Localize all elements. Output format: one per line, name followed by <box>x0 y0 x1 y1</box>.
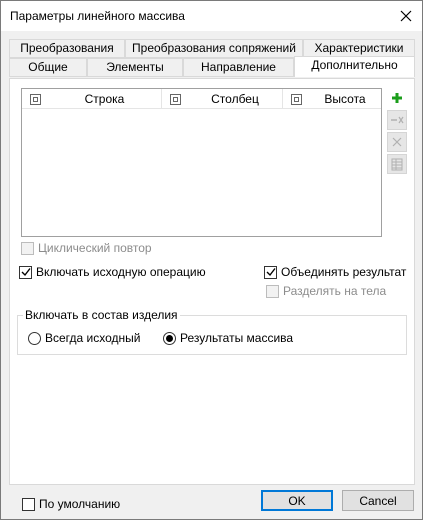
checkmark-icon <box>266 268 276 277</box>
radio-always-source[interactable]: Всегда исходный <box>28 331 140 345</box>
tab-mate-transformations[interactable]: Преобразования сопряжений <box>125 39 303 58</box>
window-title: Параметры линейного массива <box>10 9 185 23</box>
radio-label: Всегда исходный <box>45 331 141 345</box>
include-source-label: Включать исходную операцию <box>36 265 206 279</box>
default-checkbox[interactable] <box>22 497 35 511</box>
ok-button[interactable]: OK <box>261 490 333 511</box>
table-icon <box>391 158 403 170</box>
column-label: Столбец <box>211 92 259 106</box>
checkmark-icon <box>21 268 31 277</box>
dialog-window: Параметры линейного массива Преобразован… <box>0 0 423 520</box>
include-in-product-group: Включать в состав изделия Всегда исходны… <box>17 308 407 355</box>
radio-button[interactable] <box>28 331 41 345</box>
radio-array-results[interactable]: Результаты массива <box>163 331 293 345</box>
column-lock-icon[interactable] <box>22 93 48 105</box>
split-bodies-checkbox[interactable] <box>266 284 279 298</box>
column-lock-icon[interactable] <box>162 93 188 105</box>
merge-result-checkbox[interactable] <box>264 265 277 279</box>
column-header-row[interactable]: Строка <box>22 89 162 109</box>
cancel-button[interactable]: Cancel <box>342 490 414 511</box>
default-label: По умолчанию <box>39 497 121 511</box>
include-source-option[interactable]: Включать исходную операцию <box>19 265 206 279</box>
column-label: Высота <box>324 92 366 106</box>
tab-transformations[interactable]: Преобразования <box>9 39 125 58</box>
include-source-checkbox[interactable] <box>19 265 32 279</box>
remove-icon <box>391 116 404 124</box>
cyclic-repeat-checkbox[interactable] <box>21 241 34 255</box>
cyclic-repeat-option[interactable]: Циклический повтор <box>21 241 152 255</box>
close-icon <box>400 10 412 22</box>
column-header-column[interactable]: Столбец <box>162 89 283 109</box>
column-header-height[interactable]: Высота <box>283 89 381 109</box>
offset-table[interactable]: Строка Столбец Высота <box>21 88 382 237</box>
tab-panel-advanced: Строка Столбец Высота Циклический повтор… <box>9 78 415 485</box>
cyclic-repeat-label: Циклический повтор <box>38 241 152 255</box>
default-option[interactable]: По умолчанию <box>22 497 120 511</box>
tab-general[interactable]: Общие <box>9 58 87 77</box>
radio-button[interactable] <box>163 331 176 345</box>
delete-icon <box>392 137 402 147</box>
add-icon <box>392 93 402 103</box>
group-title: Включать в состав изделия <box>23 308 180 322</box>
remove-row-button[interactable] <box>387 110 407 130</box>
column-lock-icon[interactable] <box>283 93 309 105</box>
tab-advanced[interactable]: Дополнительно <box>294 56 415 77</box>
split-bodies-option[interactable]: Разделять на тела <box>266 284 386 298</box>
delete-button[interactable] <box>387 132 407 152</box>
title-bar: Параметры линейного массива <box>1 1 422 31</box>
column-label: Строка <box>84 92 125 106</box>
merge-result-label: Объединять результат <box>281 265 407 279</box>
radio-label: Результаты массива <box>180 331 294 345</box>
merge-result-option[interactable]: Объединять результат <box>264 265 406 279</box>
close-button[interactable] <box>390 1 422 31</box>
table-settings-button[interactable] <box>387 154 407 174</box>
tab-strip: Преобразования Преобразования сопряжений… <box>1 39 422 79</box>
split-bodies-label: Разделять на тела <box>283 284 387 298</box>
tab-direction[interactable]: Направление <box>183 58 294 77</box>
tab-elements[interactable]: Элементы <box>87 58 183 77</box>
table-header: Строка Столбец Высота <box>22 89 381 109</box>
add-row-button[interactable] <box>387 88 407 108</box>
